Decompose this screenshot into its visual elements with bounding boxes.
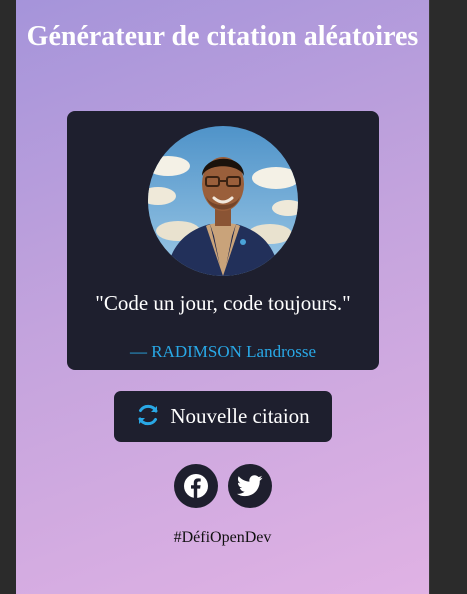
quote-card: "Code un jour, code toujours." — RADIMSO…	[67, 111, 379, 370]
divider	[429, 0, 430, 594]
new-quote-label: Nouvelle citaion	[170, 404, 310, 428]
quote-app: Générateur de citation aléatoires "Code …	[16, 0, 429, 594]
hashtag: #DéfiOpenDev	[173, 529, 272, 546]
facebook-icon	[183, 474, 208, 498]
window-left-edge	[0, 0, 16, 594]
social-links	[16, 464, 429, 508]
twitter-icon	[236, 475, 263, 497]
refresh-icon	[136, 403, 160, 431]
quote-text: "Code un jour, code toujours."	[95, 291, 351, 315]
window-right-edge	[429, 0, 467, 594]
twitter-button[interactable]	[227, 464, 272, 508]
facebook-button[interactable]	[173, 464, 218, 508]
quote-author: — RADIMSON Landrosse	[129, 342, 317, 361]
developer-avatar-icon	[148, 126, 298, 276]
new-quote-button[interactable]: Nouvelle citaion	[114, 391, 332, 442]
page-title: Générateur de citation aléatoires	[26, 21, 419, 52]
avatar	[148, 126, 298, 276]
